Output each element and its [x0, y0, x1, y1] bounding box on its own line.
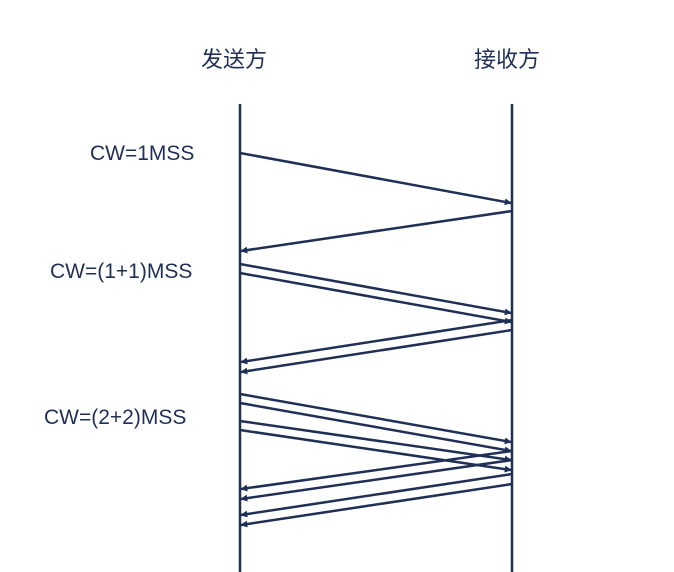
- ack-arrow: [240, 328, 513, 375]
- ack-arrow: [240, 449, 513, 492]
- ack-arrow: [240, 482, 513, 528]
- ack-arrow: [240, 318, 513, 365]
- segment-arrow: [239, 271, 512, 325]
- segment-arrow: [239, 262, 512, 316]
- segment-arrow: [239, 151, 512, 206]
- diagram-canvas: [238, 104, 514, 572]
- sequence-diagram: 发送方 接收方 CW=1MSS CW=(1+1)MSS CW=(2+2)MSS: [0, 0, 674, 572]
- ack-arrow: [240, 209, 513, 254]
